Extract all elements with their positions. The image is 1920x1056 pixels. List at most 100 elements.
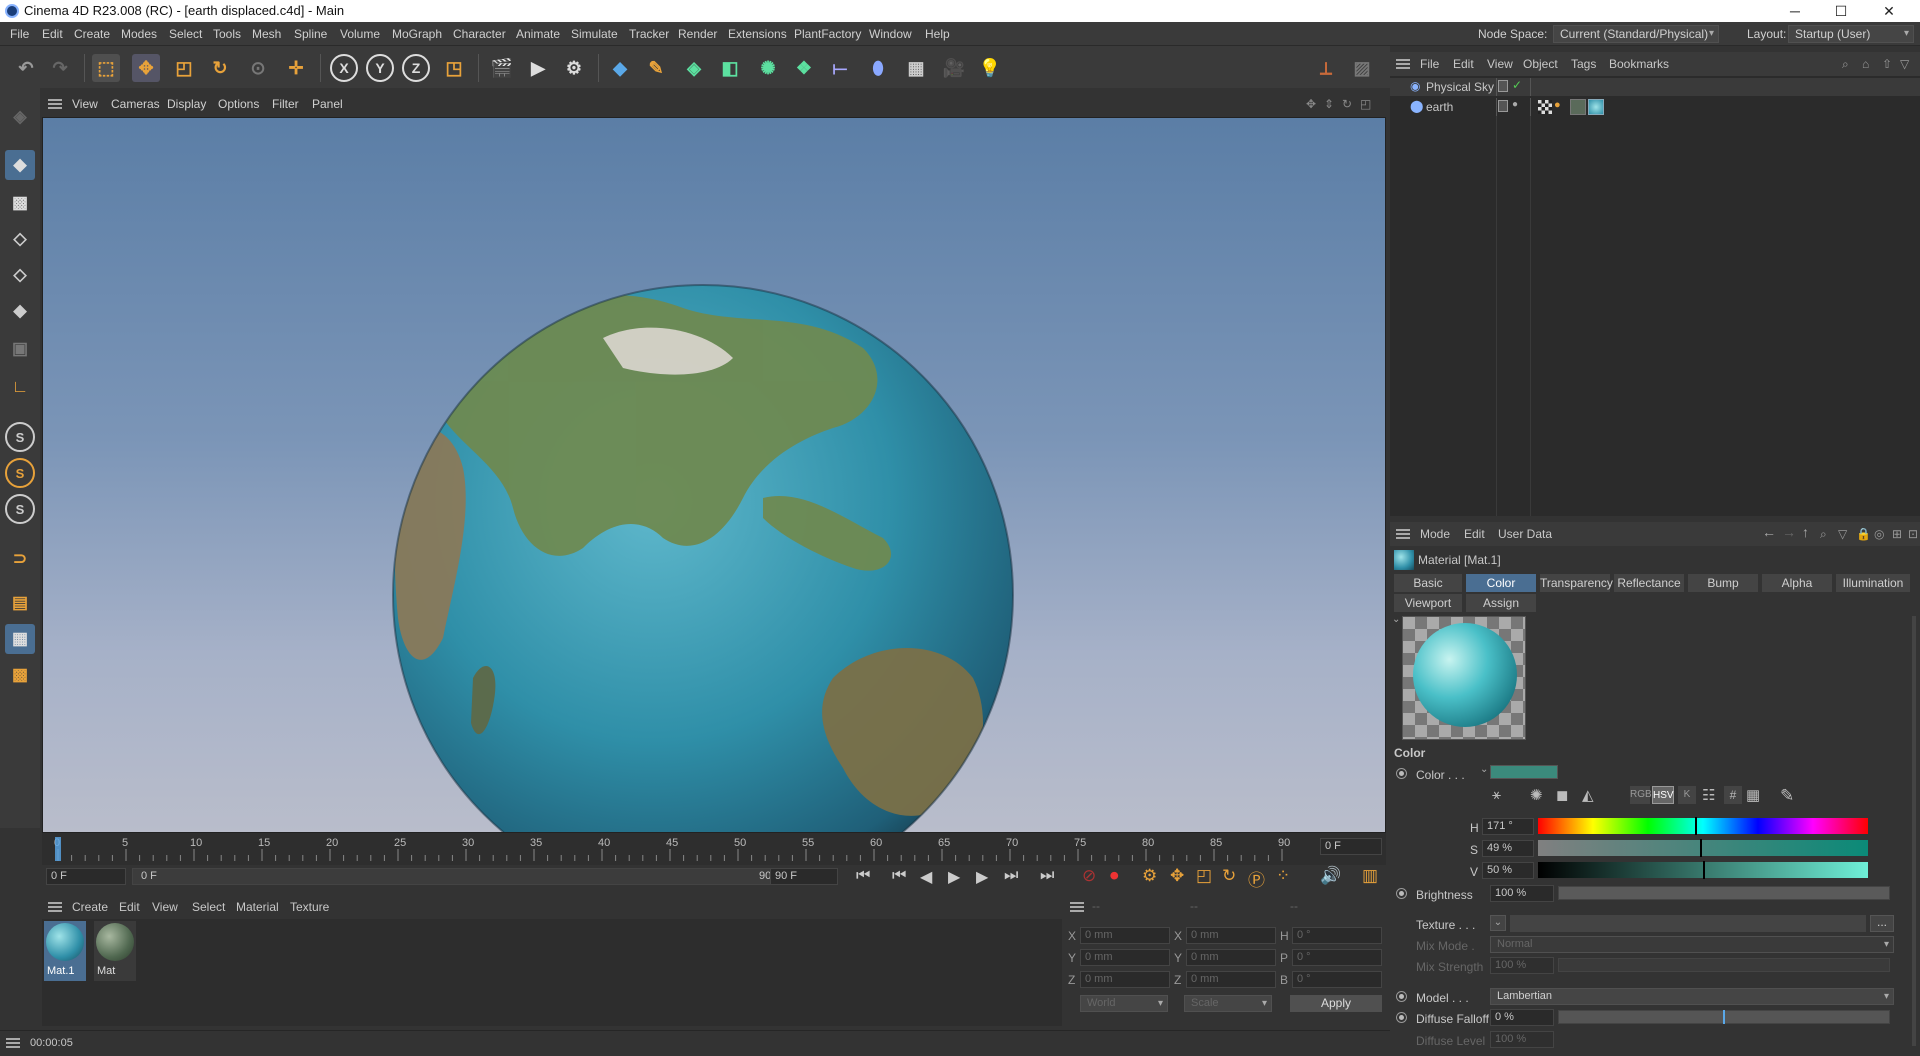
tab-bump[interactable]: Bump [1688, 574, 1758, 592]
start-frame-field[interactable]: 0 F [46, 868, 126, 885]
key-parameter-icon[interactable]: Ⓟ [1248, 866, 1265, 891]
viewport-menu-options[interactable]: Options [218, 97, 259, 111]
viewport-menu-cameras[interactable]: Cameras [111, 97, 160, 111]
planar-workplane-icon[interactable]: ▦ [5, 624, 35, 654]
axis-x-lock-button[interactable]: X [330, 54, 358, 82]
value-field[interactable]: 50 % [1482, 862, 1534, 879]
menu-spline[interactable]: Spline [294, 27, 327, 41]
key-rotation-icon[interactable]: ↻ [1222, 866, 1236, 886]
mix-mode-dropdown[interactable]: Normal [1490, 936, 1894, 953]
coord-mode-scale-dropdown[interactable]: Scale [1184, 995, 1272, 1012]
back-arrow-icon[interactable]: ← [1762, 524, 1776, 540]
deformer-icon[interactable]: ⟝ [826, 54, 854, 82]
attribute-filter-icon[interactable]: ▽ [1838, 527, 1847, 541]
menu-window[interactable]: Window [869, 27, 912, 41]
hue-field[interactable]: 171 ° [1482, 818, 1534, 835]
record-active-icon[interactable]: ⊘ [1082, 866, 1096, 886]
coord-pos-y-field[interactable]: 0 mm [1080, 949, 1170, 966]
collapse-chevron-icon[interactable]: ⌄ [1392, 614, 1400, 625]
menu-extensions[interactable]: Extensions [728, 27, 787, 41]
diffuse-falloff-slider[interactable] [1558, 1010, 1890, 1024]
enabled-check-icon[interactable]: ✓ [1512, 78, 1522, 92]
menu-tracker[interactable]: Tracker [629, 27, 669, 41]
expand-icon[interactable]: ⊡ [1908, 527, 1918, 541]
object-up-icon[interactable]: ⇧ [1882, 57, 1892, 71]
viewport-zoom-icon[interactable]: ⇕ [1324, 97, 1334, 111]
tab-reflectance[interactable]: Reflectance [1614, 574, 1684, 592]
3d-viewport[interactable] [42, 117, 1386, 833]
keyframe-selection-icon[interactable]: ⚙ [1142, 866, 1157, 886]
key-pla-icon[interactable]: ⁘ [1276, 866, 1290, 886]
render-settings-icon[interactable]: ⚙ [560, 54, 588, 82]
material-tag-mat-icon[interactable] [1570, 99, 1586, 115]
quantize-icon[interactable]: ▩ [5, 660, 35, 690]
diffuse-falloff-animate-radio[interactable] [1396, 1012, 1407, 1023]
saturation-field[interactable]: 49 % [1482, 840, 1534, 857]
tab-alpha[interactable]: Alpha [1762, 574, 1832, 592]
points-mode-icon[interactable]: ◇ [5, 224, 35, 254]
texture-dropdown-arrow-icon[interactable]: ⌄ [1490, 915, 1506, 931]
attribute-search-icon[interactable]: ⌕ [1820, 527, 1827, 542]
field-icon[interactable]: ⬮ [864, 54, 892, 82]
object-menu-bookmarks[interactable]: Bookmarks [1609, 57, 1669, 71]
snap-icon[interactable]: ⊃ [5, 544, 35, 574]
menu-help[interactable]: Help [925, 27, 950, 41]
object-menu-tags[interactable]: Tags [1571, 57, 1596, 71]
phong-tag-icon[interactable] [1538, 100, 1552, 114]
menu-render[interactable]: Render [678, 27, 717, 41]
material-tag-mat1-icon[interactable] [1588, 99, 1604, 115]
lock-icon[interactable]: 🔒 [1856, 527, 1871, 541]
material-menu-texture[interactable]: Texture [290, 900, 329, 914]
menu-select[interactable]: Select [169, 27, 202, 41]
pen-icon[interactable]: ✎ [642, 54, 670, 82]
up-arrow-icon[interactable]: ↑ [1802, 524, 1809, 540]
coord-size-x-field[interactable]: 0 mm [1186, 927, 1276, 944]
saturation-slider-handle[interactable] [1699, 839, 1702, 857]
go-to-previous-key-icon[interactable]: ⏮ [892, 867, 906, 885]
object-menu-object[interactable]: Object [1523, 57, 1558, 71]
render-dot-icon[interactable]: ● [1512, 99, 1518, 110]
coord-apply-button[interactable]: Apply [1290, 995, 1382, 1012]
axis-y-lock-button[interactable]: Y [366, 54, 394, 82]
go-to-start-icon[interactable]: ⏮ [856, 867, 870, 885]
saturation-slider[interactable] [1538, 839, 1868, 857]
tab-basic[interactable]: Basic [1394, 574, 1462, 592]
menu-mesh[interactable]: Mesh [252, 27, 281, 41]
next-frame-icon[interactable]: ▶ [976, 867, 988, 887]
material-preview[interactable] [1402, 616, 1526, 740]
color-spectrum-icon[interactable]: ✺ [1530, 786, 1543, 804]
coord-rot-h-field[interactable]: 0 ° [1292, 927, 1382, 944]
end-frame-field[interactable]: 90 F [770, 868, 838, 885]
menu-modes[interactable]: Modes [121, 27, 157, 41]
color-image-icon[interactable]: ◭ [1582, 786, 1594, 804]
attribute-menu-mode[interactable]: Mode [1420, 527, 1450, 541]
menu-edit[interactable]: Edit [42, 27, 63, 41]
viewport-rotate-icon[interactable]: ↻ [1342, 97, 1352, 111]
go-to-end-icon[interactable]: ⏭ [1040, 867, 1054, 885]
workplane-lock-icon[interactable]: ▤ [5, 588, 35, 618]
material-tile-mat[interactable]: Mat [94, 921, 136, 981]
menu-simulate[interactable]: Simulate [571, 27, 618, 41]
new-manager-icon[interactable]: ⊞ [1892, 527, 1902, 541]
material-menu-view[interactable]: View [152, 900, 178, 914]
eyedropper-icon[interactable]: ✎ [1780, 786, 1794, 806]
subdivision-surface-icon[interactable]: ◈ [680, 54, 708, 82]
current-frame-field[interactable]: 0 F [1320, 838, 1382, 855]
redo-icon[interactable]: ↷ [46, 54, 74, 82]
uvw-tag-icon[interactable]: ● [1554, 99, 1561, 111]
hue-slider[interactable] [1538, 817, 1868, 835]
floor-icon[interactable]: ▦ [902, 54, 930, 82]
menu-create[interactable]: Create [74, 27, 110, 41]
coord-pos-x-field[interactable]: 0 mm [1080, 927, 1170, 944]
viewport-pan-icon[interactable]: ✥ [1306, 97, 1316, 111]
render-view-icon[interactable]: 🎬 [488, 54, 516, 82]
minimize-icon[interactable]: ─ [1772, 0, 1818, 22]
edges-mode-icon[interactable]: ◇ [5, 260, 35, 290]
viewport-menu-display[interactable]: Display [167, 97, 206, 111]
object-search-icon[interactable]: ⌕ [1842, 57, 1849, 72]
brightness-slider[interactable] [1558, 886, 1890, 900]
object-menu-view[interactable]: View [1487, 57, 1513, 71]
playhead[interactable] [55, 837, 61, 861]
autokey-icon[interactable]: ⏺ [1110, 866, 1119, 886]
material-hamburger-icon[interactable] [48, 902, 62, 912]
